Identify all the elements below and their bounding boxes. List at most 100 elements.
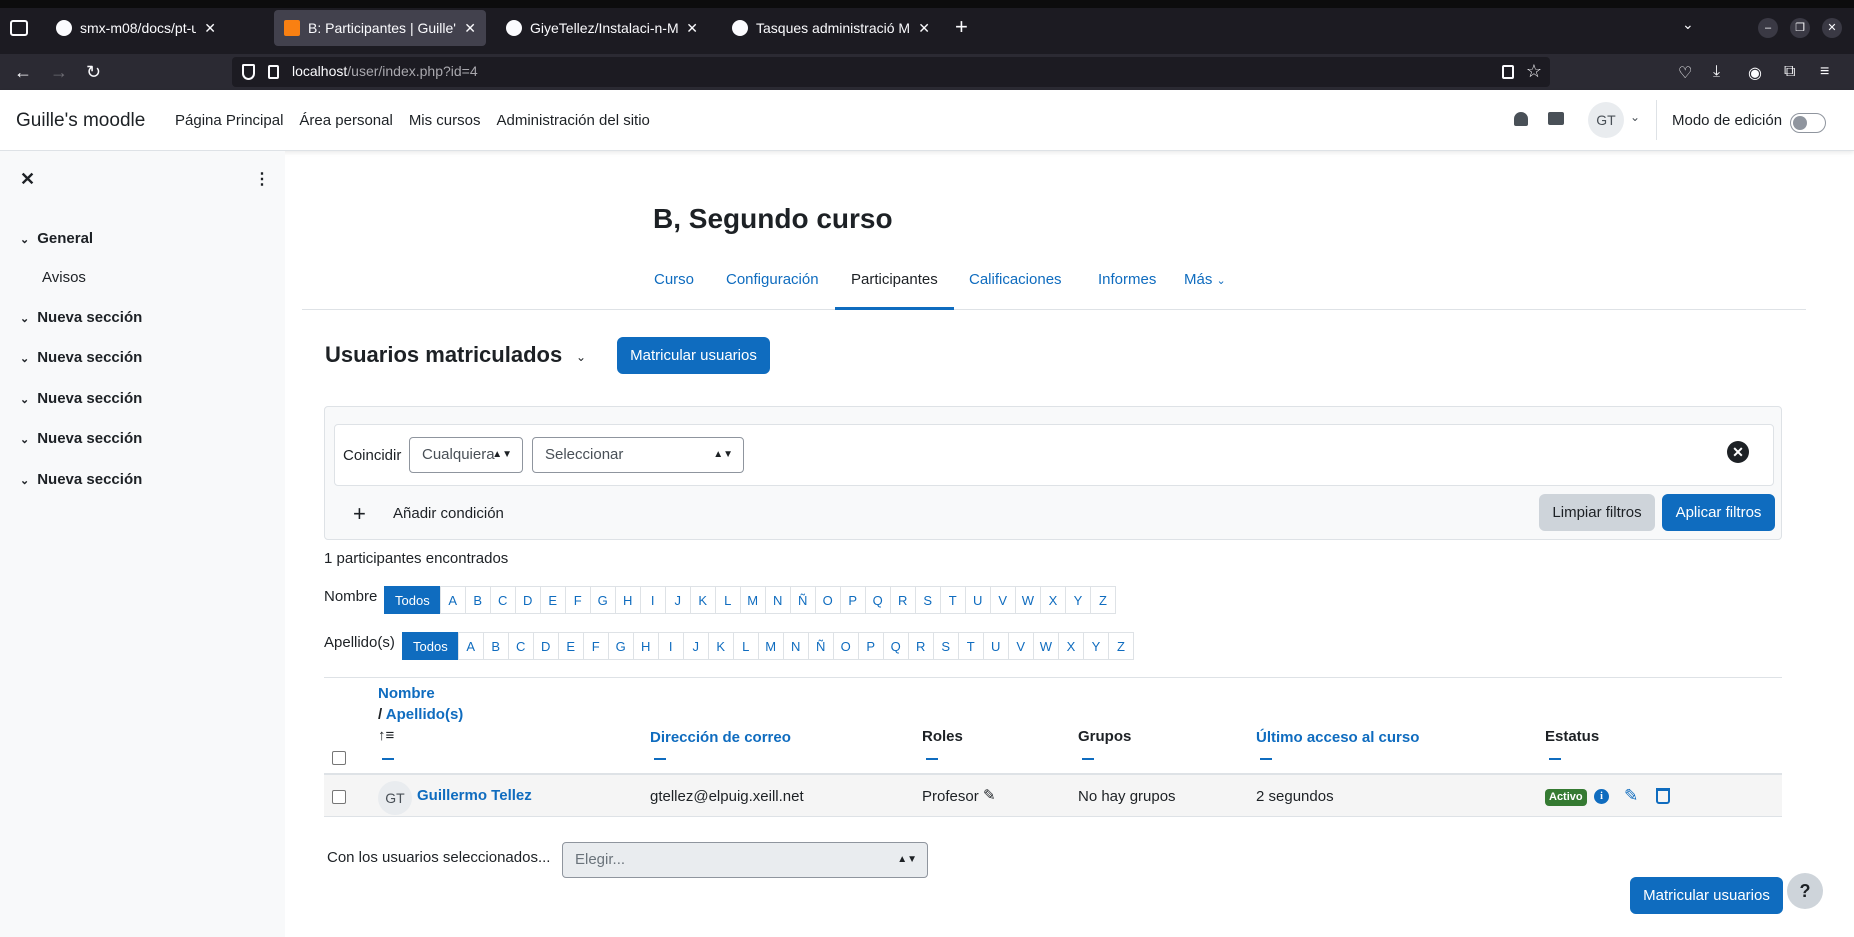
close-drawer-icon[interactable]: ✕	[20, 169, 35, 190]
last-name-initial-letter[interactable]: Ñ	[807, 632, 834, 660]
last-name-initial-letter[interactable]: O	[832, 632, 859, 660]
chevron-down-icon[interactable]: ⌄	[20, 475, 29, 487]
tab-reports[interactable]: Informes	[1082, 260, 1172, 310]
sort-ascending-icon[interactable]: ↑≡	[378, 727, 394, 744]
unenrol-trash-icon[interactable]	[1656, 788, 1670, 804]
first-name-initial-letter[interactable]: W	[1014, 586, 1041, 614]
downloads-icon[interactable]: ⤓	[1713, 63, 1720, 81]
first-name-initial-all[interactable]: Todos	[384, 586, 441, 614]
browser-tab-participants[interactable]: B: Participantes | Guille's ✕	[274, 10, 486, 46]
nav-my-courses[interactable]: Mis cursos	[409, 112, 481, 129]
edit-enrolment-icon[interactable]: ✎	[1624, 786, 1638, 806]
url-text[interactable]: localhost/user/index.php?id=4	[292, 63, 478, 79]
drawer-item-avisos[interactable]: Avisos	[42, 269, 86, 286]
close-icon[interactable]: ✕	[918, 20, 930, 37]
header-first-name[interactable]: Nombre	[378, 685, 435, 702]
window-close-icon[interactable]: ✕	[1822, 18, 1842, 38]
first-name-initial-letter[interactable]: F	[564, 586, 591, 614]
chevron-down-icon[interactable]: ⌄	[20, 353, 29, 365]
notifications-bell-icon[interactable]	[1514, 112, 1528, 126]
close-icon[interactable]: ✕	[686, 20, 698, 37]
first-name-initial-letter[interactable]: H	[614, 586, 641, 614]
first-name-initial-letter[interactable]: Ñ	[789, 586, 816, 614]
drawer-options-icon[interactable]: ⋮	[254, 169, 270, 189]
first-name-initial-letter[interactable]: Z	[1089, 586, 1116, 614]
last-name-initial-letter[interactable]: B	[482, 632, 509, 660]
last-name-initial-letter[interactable]: C	[507, 632, 534, 660]
first-name-initial-letter[interactable]: I	[639, 586, 666, 614]
chevron-down-icon[interactable]: ⌄	[1630, 110, 1640, 124]
last-name-initial-letter[interactable]: X	[1057, 632, 1084, 660]
first-name-initial-letter[interactable]: G	[589, 586, 616, 614]
tab-course[interactable]: Curso	[638, 260, 710, 310]
first-name-initial-letter[interactable]: J	[664, 586, 691, 614]
last-name-initial-letter[interactable]: W	[1032, 632, 1059, 660]
chevron-down-icon[interactable]: ⌄	[20, 234, 29, 246]
last-name-initial-letter[interactable]: D	[532, 632, 559, 660]
match-type-select[interactable]: Cualquiera ▲▼	[409, 437, 523, 473]
tab-grades[interactable]: Calificaciones	[953, 260, 1078, 310]
filter-type-select[interactable]: Seleccionar ▲▼	[532, 437, 744, 473]
last-name-initial-letter[interactable]: I	[657, 632, 684, 660]
tab-more[interactable]: Más ⌄	[1168, 260, 1242, 310]
last-name-initial-letter[interactable]: T	[957, 632, 984, 660]
drawer-section-3[interactable]: ⌄ Nueva sección	[20, 390, 142, 407]
chevron-down-icon[interactable]: ⌄	[20, 434, 29, 446]
tab-settings[interactable]: Configuración	[710, 260, 835, 310]
enrol-users-button[interactable]: Matricular usuarios	[617, 337, 770, 374]
select-all-checkbox[interactable]	[332, 751, 346, 765]
nav-site-admin[interactable]: Administración del sitio	[497, 112, 650, 129]
restore-icon[interactable]: ❐	[1790, 18, 1810, 38]
account-icon[interactable]: ◉	[1748, 63, 1762, 83]
tab-list-chevron-icon[interactable]: ⌄	[1682, 16, 1694, 33]
tracking-shield-icon[interactable]	[242, 64, 255, 80]
first-name-initial-letter[interactable]: P	[839, 586, 866, 614]
avatar[interactable]: GT	[378, 781, 412, 815]
first-name-initial-letter[interactable]: K	[689, 586, 716, 614]
header-surname[interactable]: Apellido(s)	[386, 706, 464, 723]
first-name-initial-letter[interactable]: L	[714, 586, 741, 614]
first-name-initial-letter[interactable]: X	[1039, 586, 1066, 614]
site-name[interactable]: Guille's moodle	[16, 110, 145, 132]
last-name-initial-letter[interactable]: R	[907, 632, 934, 660]
last-name-initial-letter[interactable]: Q	[882, 632, 909, 660]
clear-filters-button[interactable]: Limpiar filtros	[1539, 494, 1655, 531]
first-name-initial-letter[interactable]: U	[964, 586, 991, 614]
bookmark-star-icon[interactable]: ☆	[1526, 61, 1542, 82]
last-name-initial-letter[interactable]: U	[982, 632, 1009, 660]
last-name-initial-letter[interactable]: M	[757, 632, 784, 660]
chevron-down-icon[interactable]: ⌄	[20, 313, 29, 325]
user-name-link[interactable]: Guillermo Tellez	[417, 787, 532, 804]
tab-participants[interactable]: Participantes	[835, 260, 954, 310]
first-name-initial-letter[interactable]: O	[814, 586, 841, 614]
remove-condition-icon[interactable]: ✕	[1727, 441, 1749, 463]
first-name-initial-letter[interactable]: D	[514, 586, 541, 614]
last-name-initial-letter[interactable]: E	[557, 632, 584, 660]
reader-view-icon[interactable]	[1502, 65, 1514, 79]
first-name-initial-letter[interactable]: Y	[1064, 586, 1091, 614]
browser-tab-github-2[interactable]: GiyeTellez/Instalaci-n-Mo ✕	[496, 10, 708, 46]
first-name-initial-letter[interactable]: B	[464, 586, 491, 614]
bulk-actions-select[interactable]: Elegir... ▲▼	[562, 842, 928, 878]
collapse-column-icon[interactable]	[1260, 758, 1272, 760]
last-name-initial-letter[interactable]: S	[932, 632, 959, 660]
last-name-initial-letter[interactable]: L	[732, 632, 759, 660]
first-name-initial-letter[interactable]: S	[914, 586, 941, 614]
last-name-initial-letter[interactable]: K	[707, 632, 734, 660]
nav-home[interactable]: Página Principal	[175, 112, 283, 129]
last-name-initial-letter[interactable]: H	[632, 632, 659, 660]
address-bar[interactable]: localhost/user/index.php?id=4 ☆	[232, 57, 1550, 87]
nav-dashboard[interactable]: Área personal	[299, 112, 392, 129]
collapse-column-icon[interactable]	[1549, 758, 1561, 760]
collapse-column-icon[interactable]	[382, 758, 394, 760]
first-name-initial-letter[interactable]: T	[939, 586, 966, 614]
last-name-initial-letter[interactable]: A	[457, 632, 484, 660]
first-name-initial-letter[interactable]: N	[764, 586, 791, 614]
header-last-access[interactable]: Último acceso al curso	[1256, 729, 1419, 746]
collapse-column-icon[interactable]	[1082, 758, 1094, 760]
drawer-section-1[interactable]: ⌄ Nueva sección	[20, 309, 142, 326]
enrol-users-bottom-button[interactable]: Matricular usuarios	[1630, 877, 1783, 914]
add-condition-link[interactable]: Añadir condición	[393, 505, 504, 522]
chevron-down-icon[interactable]: ⌄	[576, 350, 586, 364]
pocket-icon[interactable]: ♡	[1678, 63, 1692, 83]
